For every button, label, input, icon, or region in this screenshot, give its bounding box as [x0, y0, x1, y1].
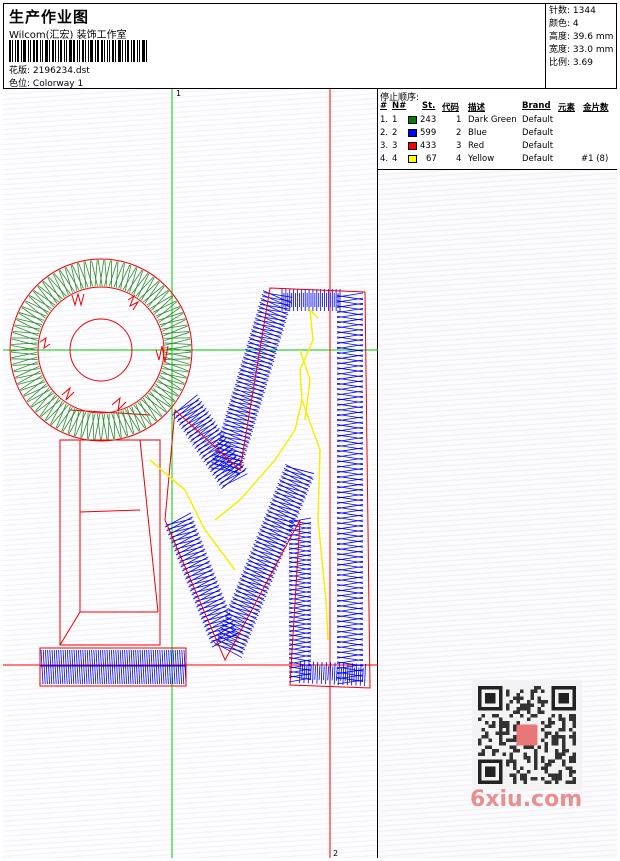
- guide-marker-2: 2: [333, 849, 338, 858]
- pillar-outline: [59, 409, 161, 646]
- embroidery-drawing: 1 2: [3, 89, 582, 858]
- blue-base-bar: [40, 649, 187, 685]
- guide-marker-1: 1: [176, 89, 181, 98]
- watermark-logo: 6xiu.com: [470, 787, 583, 812]
- ring-red-zigzags: [39, 292, 169, 412]
- blue-letter-m-fill: [164, 289, 366, 687]
- qr-code: [472, 680, 582, 790]
